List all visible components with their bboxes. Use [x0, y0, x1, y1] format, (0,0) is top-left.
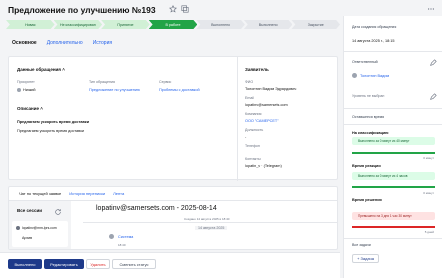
tab-chat-history[interactable]: История переписки	[69, 191, 105, 196]
applicant-heading: Заявитель	[245, 67, 269, 72]
sessions-panel: Все сессии lopatinv@mm-lprs.com Архив	[9, 201, 71, 249]
position-value: -	[245, 135, 247, 139]
chat-tabs: Чат по текущей заявке История переписки …	[19, 191, 124, 196]
chat-header-title: lopatinv@samersets.com - 2025-08-14	[96, 205, 217, 212]
tasks-label: Все задачи	[352, 243, 371, 247]
time-heading: Оставшееся время	[352, 115, 385, 119]
done-button[interactable]: Выполнено	[8, 259, 42, 269]
page-title: Предложение по улучшению №193	[8, 5, 156, 15]
created-value: 14 августа 2025 г., 18:15	[352, 39, 395, 43]
sessions-title: Все сессии	[17, 208, 42, 213]
position-label: Должность	[245, 128, 264, 132]
fio-value: Толоптин Вадим Эдуардович	[245, 87, 297, 91]
add-task-button[interactable]: + Задача	[352, 254, 379, 263]
delete-button[interactable]: Удалить	[86, 259, 110, 269]
service-label: Сервис	[159, 80, 172, 84]
phone-label: Телефон	[245, 144, 260, 148]
stage-new[interactable]: Новая	[6, 20, 55, 29]
stage-unclassified[interactable]: Не классифицирован	[53, 20, 103, 29]
stage-done-1[interactable]: Выполнено	[196, 20, 245, 29]
system-avatar	[109, 234, 114, 239]
app-root: Предложение по улучшению №193 Новая Не к…	[0, 0, 442, 278]
star-icon[interactable]	[168, 4, 178, 14]
refresh-icon[interactable]	[53, 207, 63, 217]
session-avatar	[16, 226, 20, 230]
details-card: Данные обращения ˄ Приоритет Низкий Тип …	[8, 56, 338, 181]
reaction-progress	[352, 186, 435, 188]
main-tabs: Основное Дополнительно История	[12, 40, 112, 46]
side-sep-4	[344, 238, 442, 239]
type-label: Тип обращения	[89, 80, 115, 84]
contacts-label: Контакты	[245, 157, 261, 161]
solution-progress	[352, 226, 435, 228]
type-value[interactable]: Предложение по улучшению	[89, 88, 140, 92]
side-sep-2	[344, 108, 442, 109]
reaction-label: Время реакции	[352, 164, 381, 168]
classification-progress	[352, 152, 435, 154]
priority-dot-icon	[17, 88, 21, 92]
stage-done-2[interactable]: Выполнено	[243, 20, 293, 29]
created-label: Дата создания обращения	[352, 25, 397, 29]
chat-header-divider	[83, 222, 337, 223]
stage-accept[interactable]: Принятие	[101, 20, 150, 29]
description-heading: Описание ˄	[17, 106, 43, 111]
level-label: Уровень не выбран	[352, 94, 385, 98]
right-sidebar: Дата создания обращения 14 августа 2025 …	[343, 16, 442, 278]
classification-pill: Выполнено за 0 минут из 40 минут	[352, 137, 435, 145]
edit-responsible-icon[interactable]	[428, 58, 438, 68]
tab-main[interactable]: Основное	[12, 40, 37, 46]
priority-label: Приоритет	[17, 80, 35, 84]
more-icon[interactable]	[426, 4, 436, 14]
description-title: Предлагаем ускорить время доставки	[17, 120, 90, 124]
solution-label: Время решения	[352, 198, 382, 202]
classification-label: На классификацию	[352, 131, 389, 135]
client-data-heading: Данные обращения ˄	[17, 67, 65, 72]
responsible-value[interactable]: Толоптин Вадим	[360, 74, 389, 78]
tab-chat-current[interactable]: Чат по текущей заявке	[19, 191, 61, 196]
email-value[interactable]: lopatinv@samersets.com	[245, 103, 288, 107]
contacts-value[interactable]: lopatin_v · (Telegram)	[245, 164, 282, 168]
stage-in-work[interactable]: В работе	[148, 20, 198, 29]
solution-time: 5 дней	[424, 230, 434, 234]
session-status: Архив	[22, 236, 33, 240]
company-value[interactable]: ООО "САМЕРСЕТ"	[245, 119, 279, 123]
side-sep-1	[344, 51, 442, 52]
priority-value: Низкий	[17, 88, 36, 92]
message-sender: Система	[118, 235, 134, 239]
email-label: Email	[245, 96, 254, 100]
session-item[interactable]: lopatinv@mm-lprs.com Архив	[12, 221, 68, 247]
side-sep-3	[344, 124, 442, 125]
copy-icon[interactable]	[180, 4, 190, 14]
stage-close[interactable]: Закрытие	[291, 20, 341, 29]
solution-pill: Превышено на 3 дня 1 час 30 минут	[352, 212, 435, 220]
level-edit-icon[interactable]	[428, 92, 438, 102]
fio-label: ФИО	[245, 80, 254, 84]
date-badge: 14 августа 2025	[195, 226, 228, 230]
tab-history[interactable]: История	[93, 40, 112, 46]
chat-card: Чат по текущей заявке История переписки …	[8, 186, 338, 250]
message-time: 18:40	[118, 243, 126, 247]
tab-feed[interactable]: Лента	[113, 191, 124, 196]
status-stepper: Новая Не классифицирован Принятие В рабо…	[6, 20, 341, 29]
description-body: Предлагаем ускорить время доставки	[17, 129, 84, 133]
responsible-avatar	[352, 73, 357, 78]
tab-additional[interactable]: Дополнительно	[47, 40, 83, 46]
service-value[interactable]: Проблемы с доставкой	[159, 88, 200, 92]
reaction-pill: Выполнено за 0 минут из 4 часов	[352, 172, 435, 180]
change-status-button[interactable]: Сменить статус	[112, 259, 156, 269]
column-divider	[237, 57, 238, 181]
responsible-label: Ответственный	[352, 60, 378, 64]
classification-time: 0 минут	[423, 156, 434, 160]
action-bar: Выполнено Редактировать Удалить Сменить …	[0, 252, 340, 278]
company-label: Компания	[245, 112, 262, 116]
edit-button[interactable]: Редактировать	[44, 259, 84, 269]
session-email: lopatinv@mm-lprs.com	[22, 226, 57, 230]
chat-header-sub: Создано 14 августа 2025 в 18:40	[184, 217, 230, 221]
reaction-time: 0 минут	[423, 191, 434, 195]
